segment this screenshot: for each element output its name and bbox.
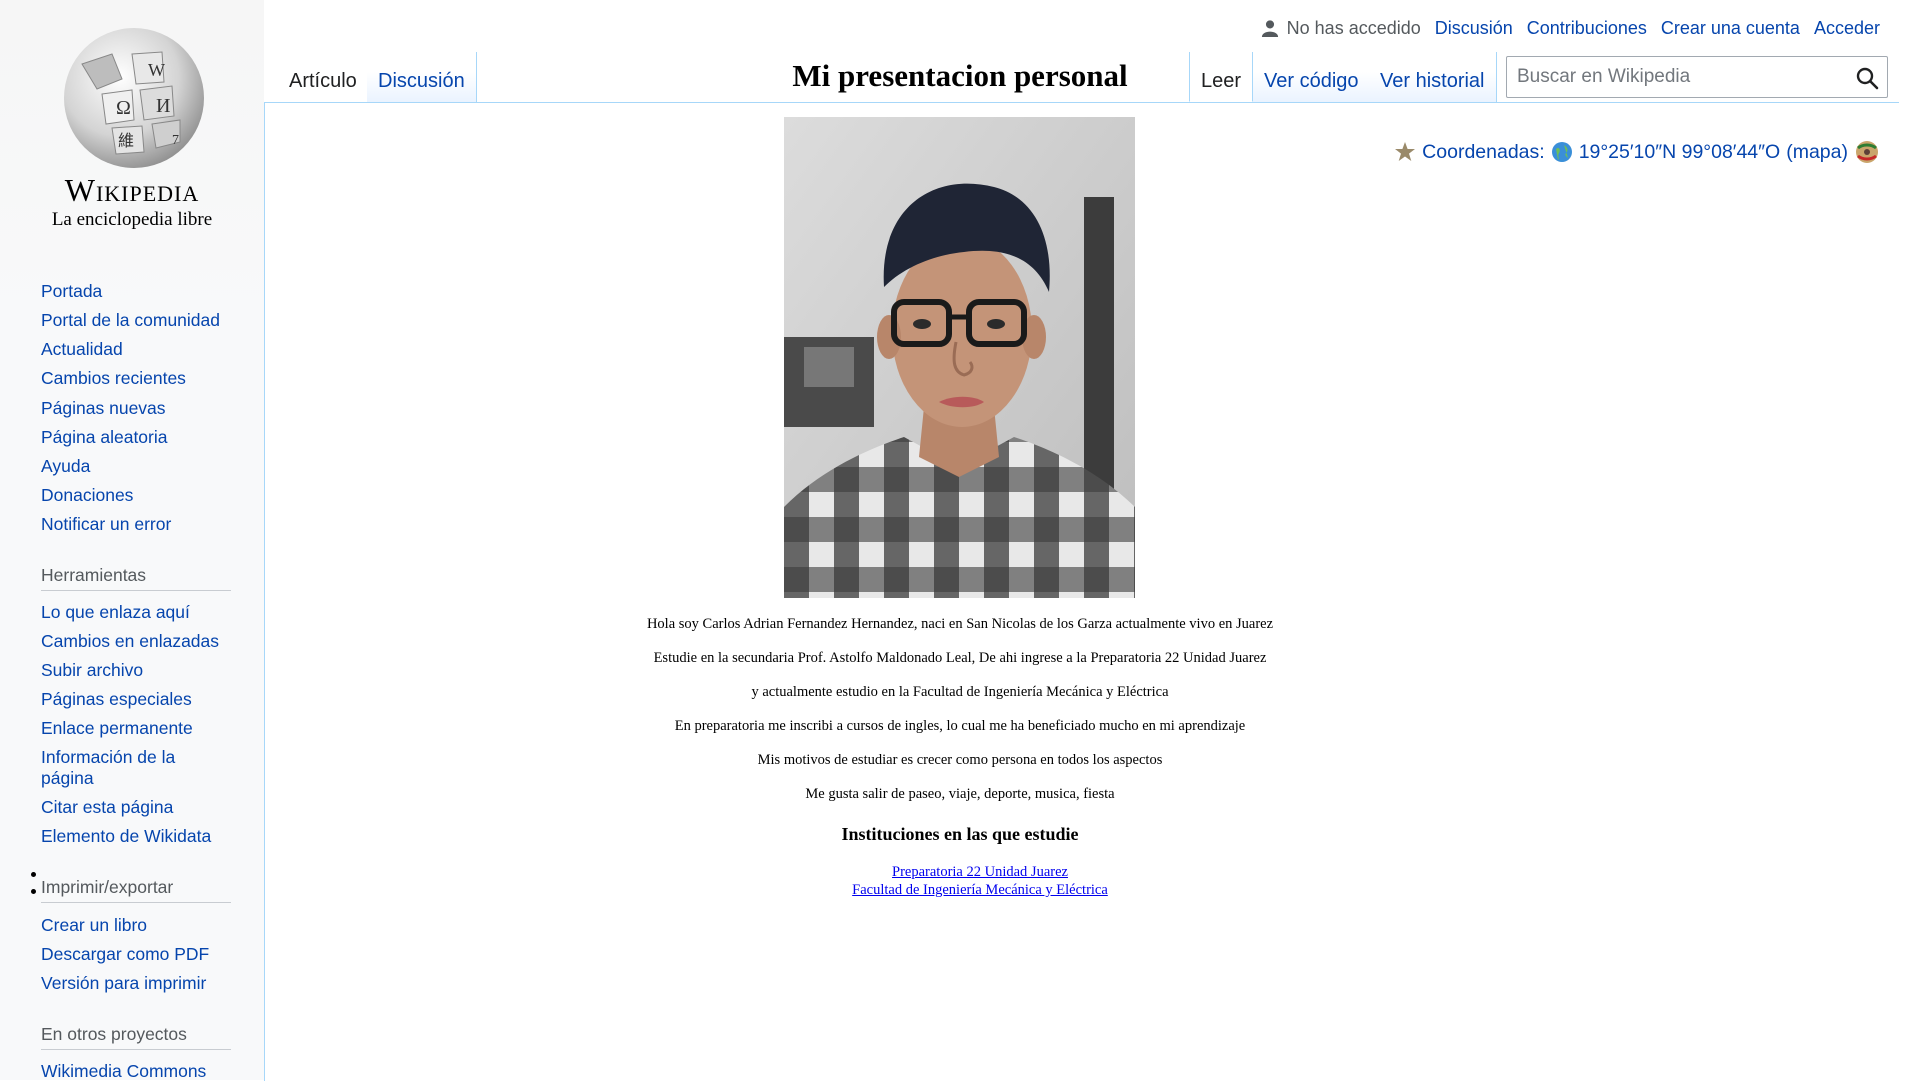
personal-contributions-link[interactable]: Contribuciones	[1527, 18, 1647, 39]
sidebar-item-wikidata[interactable]: Elemento de Wikidata	[41, 826, 241, 847]
personal-discussion-link[interactable]: Discusión	[1435, 18, 1513, 39]
sidebar-heading-herramientas[interactable]: Herramientas	[41, 565, 231, 591]
profile-photo	[784, 117, 1135, 598]
svg-text:Ω: Ω	[116, 97, 131, 119]
article-paragraph: En preparatoria me inscribi a cursos de …	[674, 718, 1246, 734]
sidebar-item-citar-pagina[interactable]: Citar esta página	[41, 797, 241, 818]
sidebar-item-ayuda[interactable]: Ayuda	[41, 456, 241, 477]
sidebar-item-version-imprimir[interactable]: Versión para imprimir	[41, 973, 241, 994]
article-paragraph: y actualmente estudio en la Facultad de …	[751, 684, 1169, 700]
sidebar: Ω W И 維 7 Wikipedia La enciclopedia libr…	[0, 0, 264, 1082]
bullet-marker	[31, 872, 36, 877]
wikipedia-globe-logo-icon: Ω W И 維 7	[64, 28, 204, 168]
tab-ver-historial[interactable]: Ver historial	[1369, 52, 1497, 102]
sidebar-item-informacion-pagina[interactable]: Información de la página	[41, 747, 201, 789]
sidebar-item-descargar-pdf[interactable]: Descargar como PDF	[41, 944, 241, 965]
sidebar-item-wikimedia-commons[interactable]: Wikimedia Commons	[41, 1061, 241, 1082]
sidebar-item-cambios-recientes[interactable]: Cambios recientes	[41, 368, 241, 389]
svg-text:И: И	[156, 95, 170, 117]
create-account-link[interactable]: Crear una cuenta	[1661, 18, 1800, 39]
sidebar-item-donaciones[interactable]: Donaciones	[41, 485, 241, 506]
personal-tools: No has accedido Discusión Contribuciones…	[1261, 16, 1880, 40]
sidebar-item-subir-archivo[interactable]: Subir archivo	[41, 660, 241, 681]
sidebar-item-paginas-nuevas[interactable]: Páginas nuevas	[41, 398, 241, 419]
sidebar-item-actualidad[interactable]: Actualidad	[41, 339, 241, 360]
sidebar-item-pagina-aleatoria[interactable]: Página aleatoria	[41, 427, 241, 448]
sidebar-item-cambios-enlazadas[interactable]: Cambios en enlazadas	[41, 631, 241, 652]
flag-icon	[1856, 141, 1878, 163]
page-title: Mi presentacion personal	[792, 58, 1128, 93]
user-icon	[1261, 20, 1278, 37]
svg-text:7: 7	[172, 133, 179, 148]
sidebar-item-crear-libro[interactable]: Crear un libro	[41, 915, 241, 936]
article-paragraph: Mis motivos de estudiar es crecer como p…	[757, 752, 1163, 768]
sidebar-item-paginas-especiales[interactable]: Páginas especiales	[41, 689, 241, 710]
article-paragraph: Estudie en la secundaria Prof. Astolfo M…	[653, 650, 1267, 666]
bullet-marker	[31, 889, 36, 894]
coordinates-value[interactable]: 19°25′10″N 99°08′44″O	[1579, 141, 1781, 164]
sidebar-item-portal-comunidad[interactable]: Portal de la comunidad	[41, 310, 241, 331]
search-icon[interactable]	[1855, 66, 1879, 90]
star-icon	[1395, 142, 1416, 161]
login-link[interactable]: Acceder	[1814, 18, 1880, 39]
coordinates: Coordenadas: 19°25′10″N 99°08′44″O (mapa…	[1394, 140, 1880, 164]
tab-discusion[interactable]: Discusión	[367, 52, 477, 102]
logo-tagline: La enciclopedia libre	[51, 209, 213, 230]
logo-wordmark: Wikipedia	[64, 172, 200, 208]
sidebar-item-portada[interactable]: Portada	[41, 281, 241, 302]
institution-link-facultad[interactable]: Facultad de Ingeniería Mecánica y Eléctr…	[480, 882, 1480, 899]
sidebar-item-enlace-permanente[interactable]: Enlace permanente	[41, 718, 241, 739]
search-input[interactable]	[1507, 57, 1857, 97]
article-paragraph: Hola soy Carlos Adrian Fernandez Hernand…	[646, 616, 1274, 632]
institutions-heading: Instituciones en las que estudie	[841, 824, 1079, 844]
sidebar-heading-otros-proyectos[interactable]: En otros proyectos	[41, 1024, 231, 1050]
institution-link-preparatoria[interactable]: Preparatoria 22 Unidad Juarez	[480, 864, 1480, 881]
svg-text:維: 維	[118, 132, 134, 150]
article-paragraph: Me gusta salir de paseo, viaje, deporte,…	[805, 786, 1115, 802]
sidebar-item-notificar-error[interactable]: Notificar un error	[41, 514, 241, 535]
svg-text:W: W	[148, 60, 165, 80]
tab-articulo[interactable]: Artículo	[278, 52, 369, 102]
search-box	[1506, 56, 1888, 98]
not-logged-in-status: No has accedido	[1286, 17, 1421, 38]
sidebar-item-lo-que-enlaza[interactable]: Lo que enlaza aquí	[41, 602, 241, 623]
map-link[interactable]: (mapa)	[1786, 141, 1848, 164]
globe-icon	[1551, 142, 1572, 162]
sidebar-heading-imprimir[interactable]: Imprimir/exportar	[41, 877, 231, 903]
coordinates-label[interactable]: Coordenadas:	[1422, 141, 1545, 164]
